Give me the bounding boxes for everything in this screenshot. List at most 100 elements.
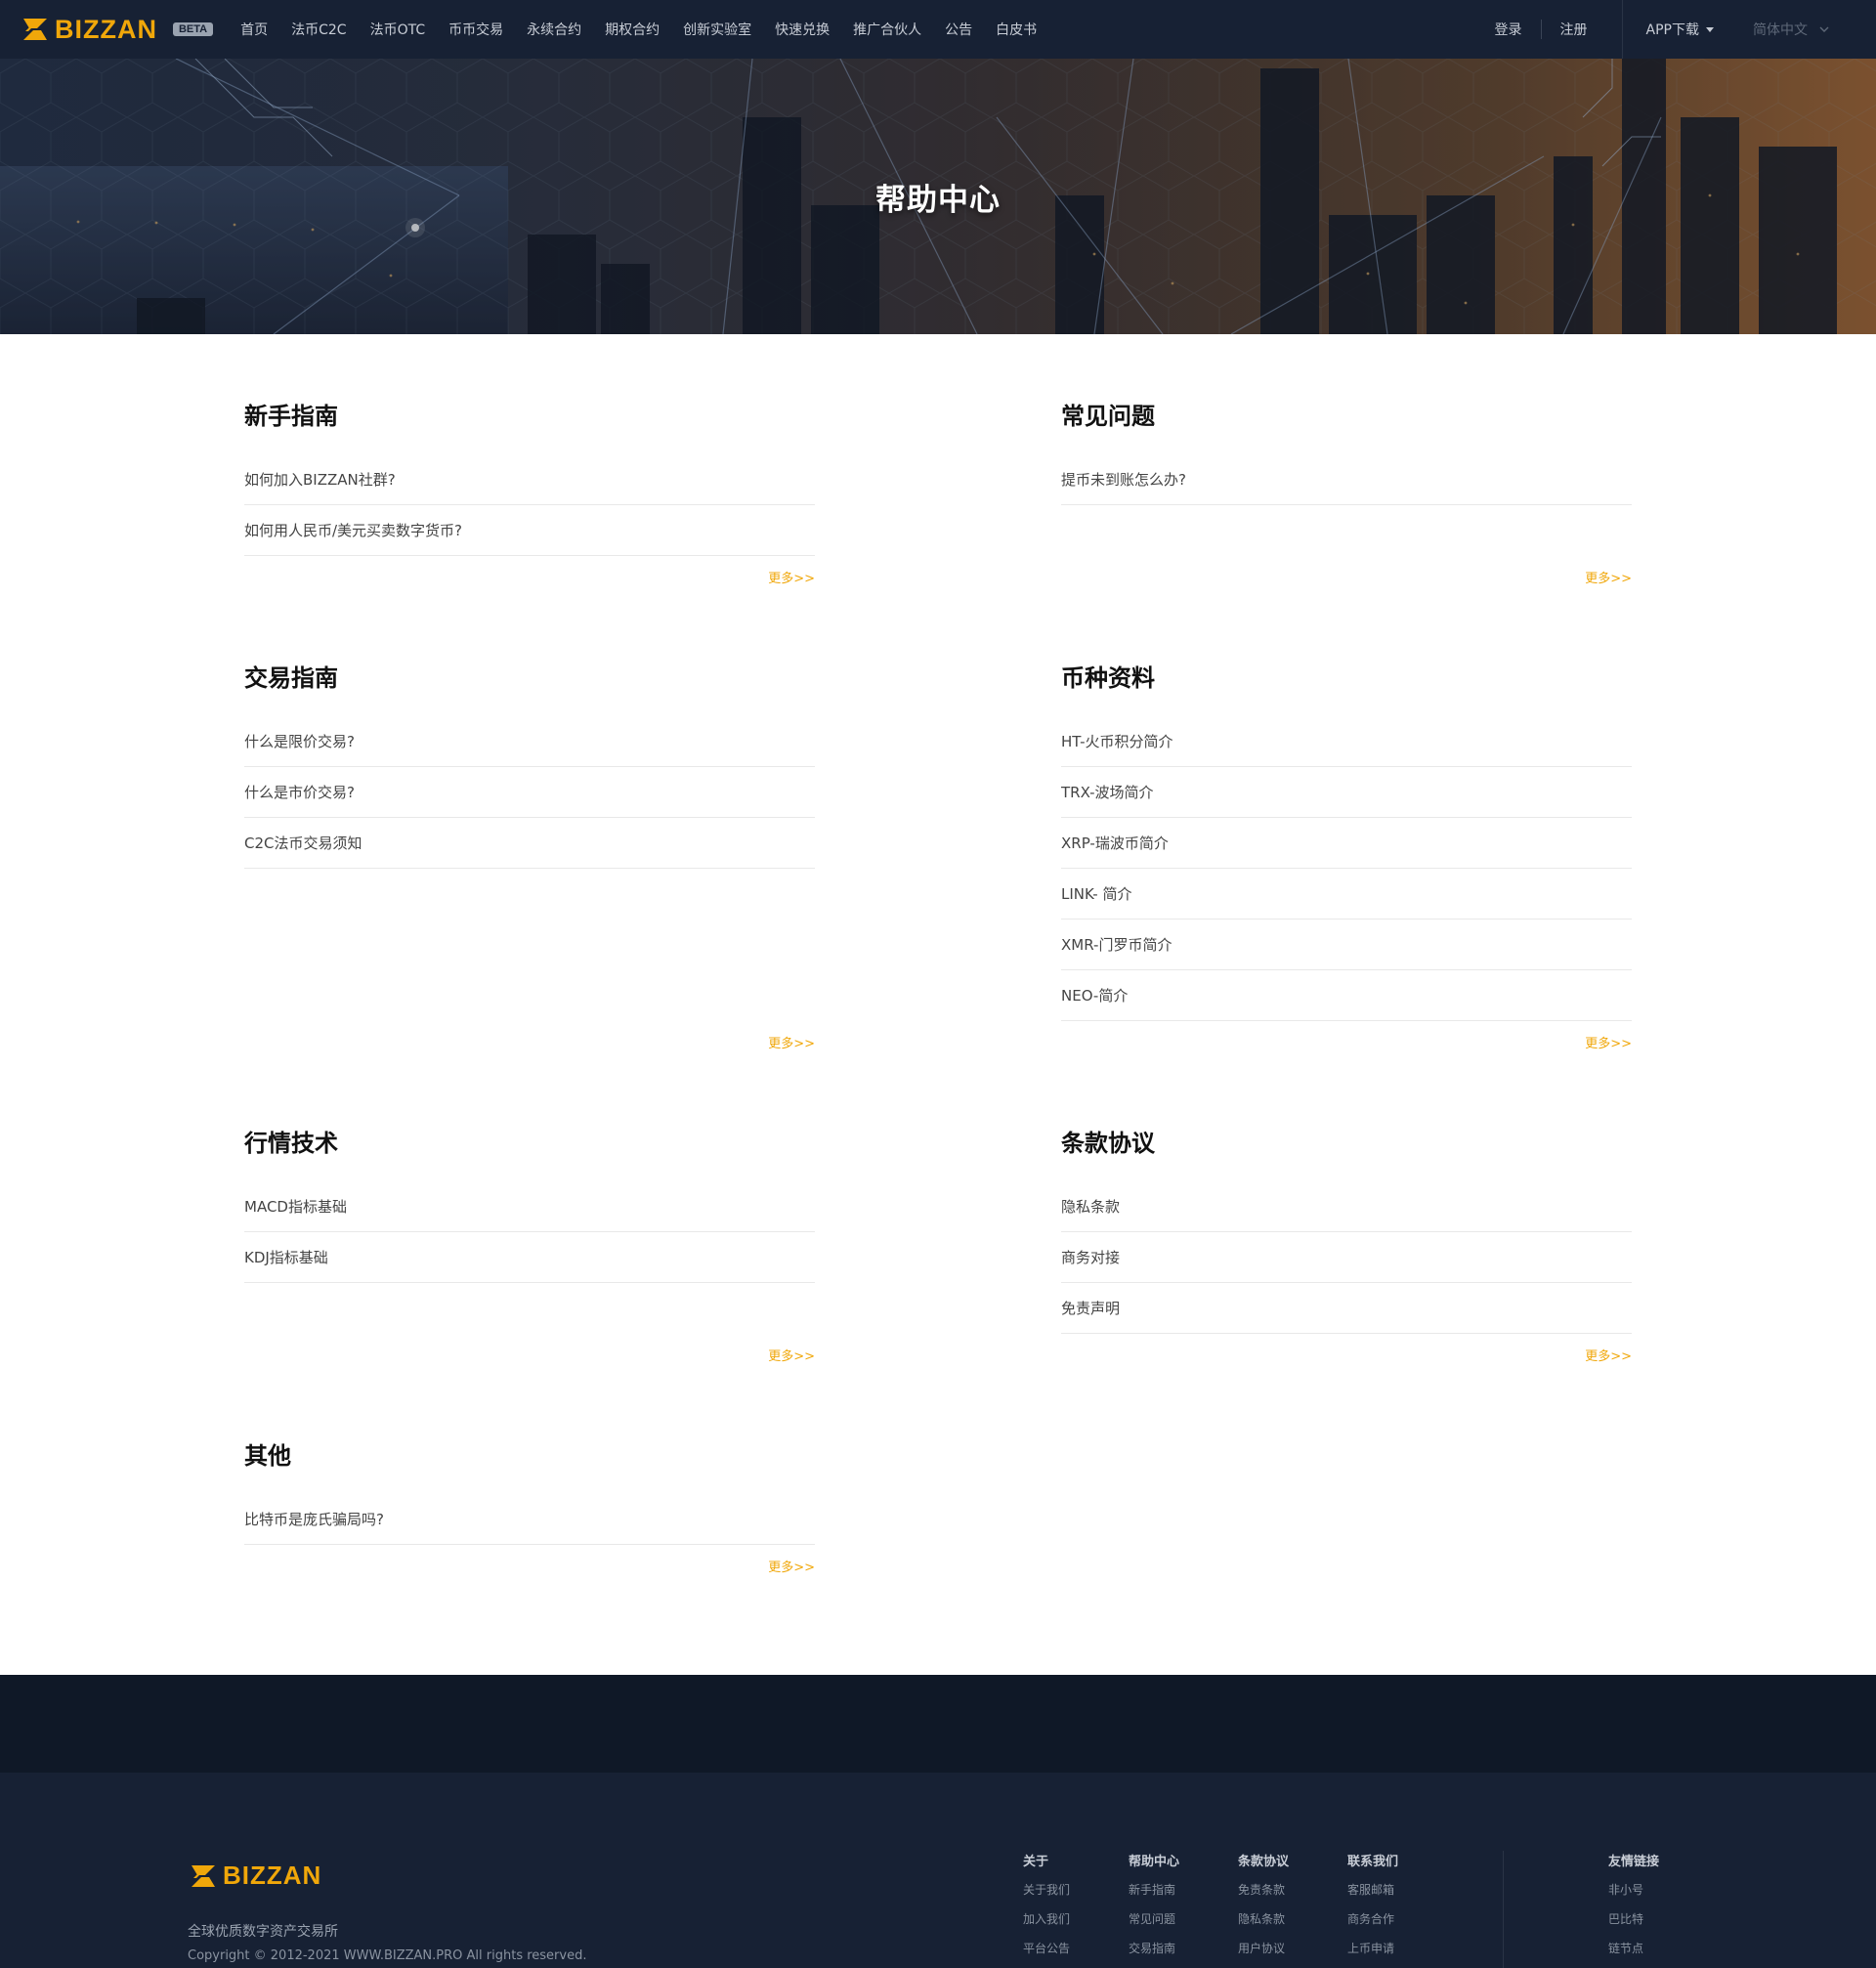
section-title: 币种资料 [1061,664,1155,692]
nav-whitepaper[interactable]: 白皮书 [996,20,1037,39]
article-link[interactable]: 如何用人民币/美元买卖数字货币? [244,505,815,556]
footer-column-terms: 条款协议 免责条款 隐私条款 用户协议 [1238,1851,1289,1958]
register-link[interactable]: 注册 [1560,20,1588,39]
article-link[interactable]: 如何加入BIZZAN社群? [244,454,815,505]
article-link[interactable]: LINK- 简介 [1061,869,1632,920]
more-link[interactable]: 更多>> [768,1557,815,1575]
article-link[interactable]: XMR-门罗币简介 [1061,920,1632,970]
hero-banner: 帮助中心 [0,59,1876,334]
footer-link[interactable]: 加入我们 [1023,1909,1070,1929]
footer-link[interactable]: 常见问题 [1129,1909,1179,1929]
section-title: 新手指南 [244,403,338,430]
article-list: 隐私条款 商务对接 免责声明 [1061,1181,1632,1334]
article-link[interactable]: 隐私条款 [1061,1181,1632,1232]
article-list: HT-火币积分简介 TRX-波场简介 XRP-瑞波币简介 LINK- 简介 XM… [1061,716,1632,1021]
more-link[interactable]: 更多>> [768,568,815,586]
footer-link[interactable]: 非小号 [1608,1880,1659,1900]
footer-column-title: 帮助中心 [1129,1855,1180,1869]
footer-link[interactable]: 客服邮箱 [1347,1880,1398,1900]
app-download-button[interactable]: APP下载 [1646,20,1714,39]
language-label: 简体中文 [1753,22,1808,38]
section-other: 其他 比特币是庞氏骗局吗? 更多>> [244,1441,815,1575]
section-title: 行情技术 [244,1130,338,1157]
section-title: 交易指南 [244,664,338,692]
section-market-tech: 行情技术 MACD指标基础 KDJ指标基础 更多>> [244,1129,815,1364]
article-link[interactable]: 免责声明 [1061,1283,1632,1334]
footer-column-title: 联系我们 [1347,1855,1399,1869]
more-link[interactable]: 更多>> [768,1033,815,1051]
article-link[interactable]: 什么是市价交易? [244,767,815,818]
nav-announcement[interactable]: 公告 [945,20,972,39]
section-newbie-guide: 新手指南 如何加入BIZZAN社群? 如何用人民币/美元买卖数字货币? 更多>> [244,402,815,586]
article-link[interactable]: 比特币是庞氏骗局吗? [244,1494,815,1545]
footer-brand-name: BIZZAN [223,1861,322,1890]
more-link[interactable]: 更多>> [768,1346,815,1364]
section-title: 其他 [244,1442,291,1470]
footer-link[interactable]: 新手指南 [1129,1880,1179,1900]
article-list: 如何加入BIZZAN社群? 如何用人民币/美元买卖数字货币? [244,454,815,556]
article-link[interactable]: MACD指标基础 [244,1181,815,1232]
app-download-label: APP下载 [1645,22,1699,38]
footer-link[interactable]: 平台公告 [1023,1939,1070,1958]
nav-partner[interactable]: 推广合伙人 [853,20,921,39]
nav-lab[interactable]: 创新实验室 [683,20,751,39]
footer-link[interactable]: 巴比特 [1608,1909,1659,1929]
footer-link[interactable]: 链节点 [1608,1939,1659,1958]
footer-column-links: 友情链接 非小号 巴比特 链节点 [1608,1851,1659,1958]
footer: BIZZAN 全球优质数字资产交易所 Copyright © 2012-2021… [0,1773,1876,1968]
footer-link[interactable]: 隐私条款 [1238,1909,1289,1929]
article-list: 什么是限价交易? 什么是市价交易? C2C法币交易须知 [244,716,815,869]
footer-link[interactable]: 用户协议 [1238,1939,1289,1958]
section-title: 条款协议 [1061,1130,1155,1157]
article-list: MACD指标基础 KDJ指标基础 [244,1181,815,1283]
footer-divider [1503,1851,1504,1968]
footer-column-title: 友情链接 [1608,1855,1660,1869]
nav-options[interactable]: 期权合约 [605,20,660,39]
brand-logo[interactable]: BIZZAN BETA [21,0,214,59]
nav-otc[interactable]: 法币OTC [370,20,426,39]
nav-right: 登录 注册 APP下载 简体中文 [1495,0,1876,59]
footer-link[interactable]: 上币申请 [1347,1939,1398,1958]
footer-column-title: 条款协议 [1238,1855,1290,1869]
footer-link[interactable]: 免责条款 [1238,1880,1289,1900]
nav-swap[interactable]: 永续合约 [527,20,581,39]
article-link[interactable]: C2C法币交易须知 [244,818,815,869]
article-link[interactable]: 什么是限价交易? [244,716,815,767]
login-link[interactable]: 登录 [1495,20,1522,39]
nav-spot[interactable]: 币币交易 [448,20,503,39]
nav-exchange[interactable]: 快速兑换 [775,20,830,39]
article-link[interactable]: 商务对接 [1061,1232,1632,1283]
caret-down-icon [1706,26,1714,32]
footer-column-contact: 联系我们 客服邮箱 商务合作 上币申请 [1347,1851,1398,1958]
bizzan-logo-icon [23,19,47,40]
article-link[interactable]: 提币未到账怎么办? [1061,454,1632,505]
footer-logo[interactable]: BIZZAN [190,1861,321,1891]
chevron-down-icon [1819,26,1829,32]
language-selector[interactable]: 简体中文 [1753,20,1829,39]
top-navbar: BIZZAN BETA 首页 法币C2C 法币OTC 币币交易 永续合约 期权合… [0,0,1876,59]
article-link[interactable]: XRP-瑞波币简介 [1061,818,1632,869]
section-coin-info: 币种资料 HT-火币积分简介 TRX-波场简介 XRP-瑞波币简介 LINK- … [1061,663,1632,1051]
article-link[interactable]: HT-火币积分简介 [1061,716,1632,767]
main-nav: 首页 法币C2C 法币OTC 币币交易 永续合约 期权合约 创新实验室 快速兑换… [240,0,1060,59]
section-terms: 条款协议 隐私条款 商务对接 免责声明 更多>> [1061,1129,1632,1364]
footer-link[interactable]: 关于我们 [1023,1880,1070,1900]
nav-c2c[interactable]: 法币C2C [291,20,346,39]
article-link[interactable]: TRX-波场简介 [1061,767,1632,818]
footer-slogan: 全球优质数字资产交易所 [188,1924,338,1940]
footer-column-about: 关于 关于我们 加入我们 平台公告 [1023,1851,1070,1958]
more-link[interactable]: 更多>> [1585,1346,1632,1364]
nav-home[interactable]: 首页 [240,20,268,39]
article-link[interactable]: KDJ指标基础 [244,1232,815,1283]
footer-link[interactable]: 交易指南 [1129,1939,1179,1958]
nav-divider [1621,0,1623,59]
article-list: 比特币是庞氏骗局吗? [244,1494,815,1545]
nav-divider [1540,20,1542,39]
bizzan-logo-icon [192,1864,215,1887]
footer-link[interactable]: 商务合作 [1347,1909,1398,1929]
article-link[interactable]: NEO-简介 [1061,970,1632,1021]
more-link[interactable]: 更多>> [1585,568,1632,586]
section-faq: 常见问题 提币未到账怎么办? 更多>> [1061,402,1632,586]
more-link[interactable]: 更多>> [1585,1033,1632,1051]
section-trading-guide: 交易指南 什么是限价交易? 什么是市价交易? C2C法币交易须知 更多>> [244,663,815,1051]
